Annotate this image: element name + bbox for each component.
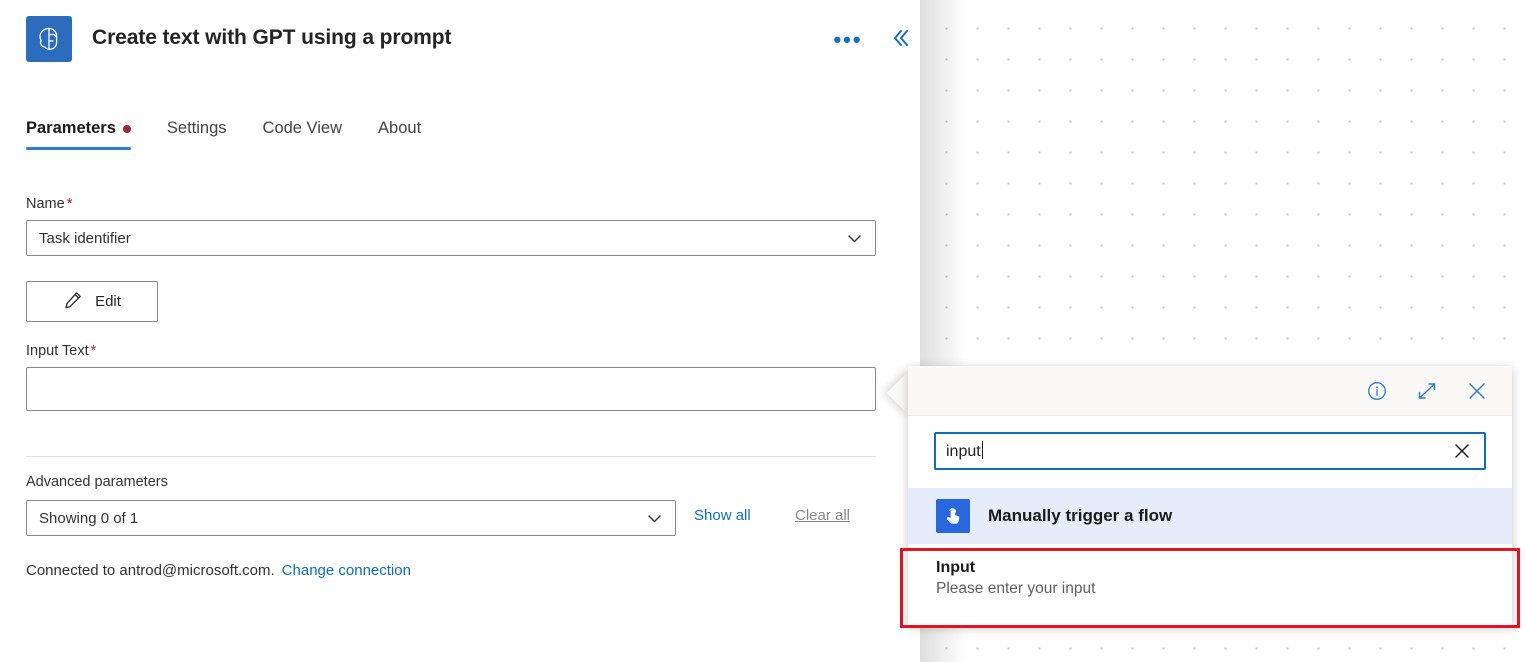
collapse-panel-icon[interactable] (884, 22, 916, 54)
advanced-parameters-dropdown[interactable]: Showing 0 of 1 (26, 500, 676, 536)
result-title: Input (936, 559, 976, 576)
app-root: Create text with GPT using a prompt ••• … (0, 0, 1526, 662)
input-text-label-text: Input Text (26, 343, 89, 359)
dynamic-content-flyout: input Manually trigger a flow Input Plea… (908, 366, 1512, 626)
connection-info: Connected to antrod@microsoft.com. Change… (26, 562, 411, 579)
flyout-header (908, 366, 1512, 416)
search-value: input (946, 443, 981, 460)
input-text-required-asterisk: * (90, 343, 97, 359)
result-subtitle: Please enter your input (936, 580, 1096, 597)
search-value-wrapper: input (936, 441, 1440, 461)
expand-icon[interactable] (1410, 374, 1444, 408)
tab-about[interactable]: About (378, 119, 421, 150)
tab-parameters-label: Parameters (26, 119, 116, 137)
group-manually-trigger-a-flow[interactable]: Manually trigger a flow (908, 488, 1512, 544)
clear-all-link[interactable]: Clear all (795, 507, 850, 524)
tab-settings[interactable]: Settings (167, 119, 227, 150)
name-field-label: Name * (26, 196, 72, 212)
change-connection-link[interactable]: Change connection (282, 562, 411, 579)
page-title: Create text with GPT using a prompt (92, 26, 452, 49)
tab-code-view[interactable]: Code View (263, 119, 343, 150)
tab-settings-label: Settings (166, 119, 227, 137)
name-required-asterisk: * (66, 196, 73, 212)
chevron-down-icon (633, 510, 675, 527)
gpt-brain-icon (26, 16, 72, 62)
info-icon[interactable] (1360, 374, 1394, 408)
edit-button-label: Edit (95, 293, 121, 310)
chevron-down-icon (833, 230, 875, 247)
tab-code-view-label: Code View (262, 119, 343, 137)
advanced-parameters-value: Showing 0 of 1 (39, 509, 139, 527)
name-dropdown[interactable]: Task identifier (26, 220, 876, 256)
show-all-link[interactable]: Show all (694, 507, 751, 524)
section-divider (26, 456, 876, 457)
connection-text: Connected to antrod@microsoft.com. (26, 562, 275, 579)
name-label-text: Name (26, 196, 65, 212)
tab-about-label: About (378, 119, 422, 137)
text-caret (981, 441, 983, 459)
search-input[interactable]: input (934, 432, 1486, 470)
group-label: Manually trigger a flow (988, 506, 1173, 525)
advanced-parameters-label: Advanced parameters (26, 474, 168, 490)
edit-button[interactable]: Edit (26, 281, 158, 322)
close-icon[interactable] (1460, 374, 1494, 408)
tab-bar: Parameters Settings Code View About (26, 119, 457, 150)
name-dropdown-value: Task identifier (39, 229, 131, 247)
tab-parameters[interactable]: Parameters (26, 119, 131, 150)
action-details-pane: Create text with GPT using a prompt ••• … (0, 0, 920, 662)
input-text-label: Input Text * (26, 343, 96, 359)
clear-search-icon[interactable] (1440, 441, 1484, 461)
tab-parameters-status-dot (122, 124, 131, 133)
manual-trigger-icon (936, 499, 970, 533)
input-text-field[interactable] (26, 367, 876, 411)
more-options-icon[interactable]: ••• (832, 24, 864, 56)
dynamic-content-item-input[interactable]: Input Please enter your input (908, 549, 1512, 617)
action-header: Create text with GPT using a prompt ••• (0, 0, 920, 80)
pencil-icon (63, 290, 83, 314)
